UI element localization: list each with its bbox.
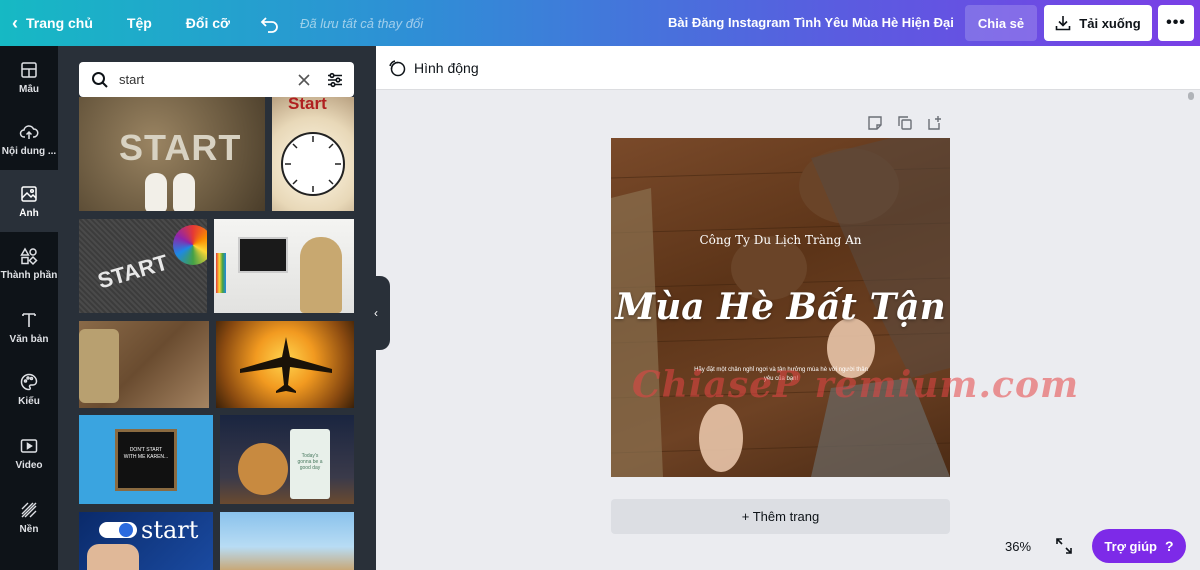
image-icon: [21, 185, 37, 202]
thumbnail-caption: DON'T START WITH ME KAREN...: [123, 447, 169, 460]
design-canvas[interactable]: Công Ty Du Lịch Tràng An Mùa Hè Bất Tận …: [611, 138, 950, 477]
photo-thumbnail[interactable]: [220, 512, 354, 570]
rail-item-text[interactable]: Văn bản: [0, 296, 58, 358]
file-menu[interactable]: Tệp: [127, 15, 152, 31]
search-input[interactable]: start: [119, 72, 296, 87]
collapse-panel-button[interactable]: ‹: [362, 276, 390, 350]
video-icon: [20, 438, 38, 453]
home-label: Trang chủ: [26, 15, 93, 31]
left-rail: Mẫu Nội dung ... Ảnh Thành phần Văn bản …: [0, 46, 58, 570]
animate-icon: [389, 59, 406, 76]
photo-thumbnail[interactable]: [214, 219, 354, 313]
person-shape: [300, 237, 342, 313]
vertical-scrollbar[interactable]: [1188, 92, 1194, 100]
shoe-shape: [173, 173, 195, 211]
photo-thumbnail[interactable]: Today's gonna be a good day: [220, 415, 354, 504]
rail-item-uploads[interactable]: Nội dung ...: [0, 108, 58, 170]
rail-label: Kiểu: [18, 395, 40, 407]
company-name[interactable]: Công Ty Du Lịch Tràng An: [611, 233, 950, 247]
upload-cloud-icon: [19, 124, 39, 139]
elements-icon: [20, 247, 38, 265]
photos-panel: start START Start START DON'T START WITH…: [58, 46, 376, 570]
help-label: Trợ giúp: [1104, 538, 1157, 554]
editor-toolbar: Hình động: [376, 46, 1200, 90]
saved-status: Đã lưu tất cả thay đổi: [299, 15, 424, 31]
add-page-icon[interactable]: [926, 114, 944, 132]
rail-label: Nội dung ...: [1, 145, 57, 157]
rail-item-photos[interactable]: Ảnh: [0, 170, 58, 232]
top-bar: ‹ Trang chủ Tệp Đổi cỡ Đã lưu tất cả tha…: [0, 0, 1200, 46]
photo-search-bar[interactable]: start: [79, 62, 354, 97]
photo-thumbnail[interactable]: START: [79, 219, 207, 313]
share-button[interactable]: Chia sẻ: [965, 5, 1037, 41]
photo-thumbnail[interactable]: start: [79, 512, 213, 570]
question-mark-icon: ?: [1165, 538, 1174, 554]
thumbnail-caption: START: [119, 127, 242, 168]
page-tools: [854, 114, 944, 132]
resize-menu[interactable]: Đổi cỡ: [186, 15, 230, 31]
background-icon: [21, 502, 37, 517]
photo-thumbnail[interactable]: [216, 321, 354, 408]
rail-item-styles[interactable]: Kiểu: [0, 358, 58, 420]
download-icon: [1055, 16, 1071, 31]
shoe-shape: [145, 173, 167, 211]
zoom-level[interactable]: 36%: [986, 531, 1050, 561]
hand-shape: [87, 544, 139, 570]
thumbnail-caption: start: [141, 516, 199, 544]
rail-item-templates[interactable]: Mẫu: [0, 46, 58, 108]
thumbnail-caption: START: [94, 249, 171, 294]
fullscreen-icon[interactable]: [1054, 536, 1074, 556]
filter-icon[interactable]: [326, 71, 344, 89]
thumbnail-caption: Today's gonna be a good day: [297, 453, 323, 471]
clock-icon: [281, 132, 345, 196]
monitor-shape: [238, 237, 288, 273]
search-icon: [92, 71, 108, 88]
photo-thumbnail[interactable]: DON'T START WITH ME KAREN...: [79, 415, 213, 504]
chevron-left-icon: ‹: [374, 306, 378, 320]
duplicate-page-icon[interactable]: [896, 114, 914, 132]
help-button[interactable]: Trợ giúp ?: [1092, 529, 1186, 563]
palette-icon: [20, 373, 38, 390]
rail-item-video[interactable]: Video: [0, 422, 58, 484]
rail-item-elements[interactable]: Thành phần: [0, 232, 58, 294]
backpack-shape: [79, 329, 119, 403]
download-button[interactable]: Tải xuống: [1044, 5, 1152, 41]
animate-label: Hình động: [414, 59, 479, 76]
rail-label: Video: [15, 459, 43, 471]
color-wheel-shape: [173, 225, 207, 265]
photo-thumbnail[interactable]: [79, 321, 209, 408]
rail-label: Nền: [19, 523, 39, 535]
text-icon: [22, 312, 36, 327]
rail-label: Ảnh: [19, 207, 39, 219]
airplane-icon: [240, 337, 332, 393]
animate-button[interactable]: Hình động: [388, 59, 479, 77]
thumbnail-caption: Start: [288, 97, 327, 113]
template-icon: [21, 61, 37, 78]
undo-icon[interactable]: [260, 13, 280, 33]
clear-search-icon[interactable]: [296, 72, 312, 88]
rail-item-background[interactable]: Nền: [0, 486, 58, 548]
design-body-text[interactable]: Hãy đặt một chân nghỉ ngơi và tận hưởng …: [691, 366, 871, 384]
rail-label: Văn bản: [9, 333, 49, 345]
rail-label: Thành phần: [0, 269, 58, 281]
more-options-button[interactable]: •••: [1158, 5, 1194, 41]
toggle-knob-shape: [119, 523, 133, 537]
photo-thumbnail[interactable]: START: [79, 97, 265, 211]
chevron-left-icon: ‹: [12, 13, 18, 33]
design-headline[interactable]: Mùa Hè Bất Tận: [611, 286, 950, 328]
add-page-button[interactable]: + Thêm trang: [611, 499, 950, 534]
download-label: Tải xuống: [1079, 15, 1141, 31]
document-title[interactable]: Bài Đăng Instagram Tình Yêu Mùa Hè Hiện …: [668, 15, 954, 30]
note-icon[interactable]: [866, 114, 884, 132]
rail-label: Mẫu: [19, 83, 39, 95]
sheep-toy-shape: [238, 443, 288, 495]
photo-thumbnail[interactable]: Start: [272, 97, 354, 211]
pens-shape: [216, 253, 226, 293]
home-button[interactable]: ‹ Trang chủ: [12, 14, 93, 32]
